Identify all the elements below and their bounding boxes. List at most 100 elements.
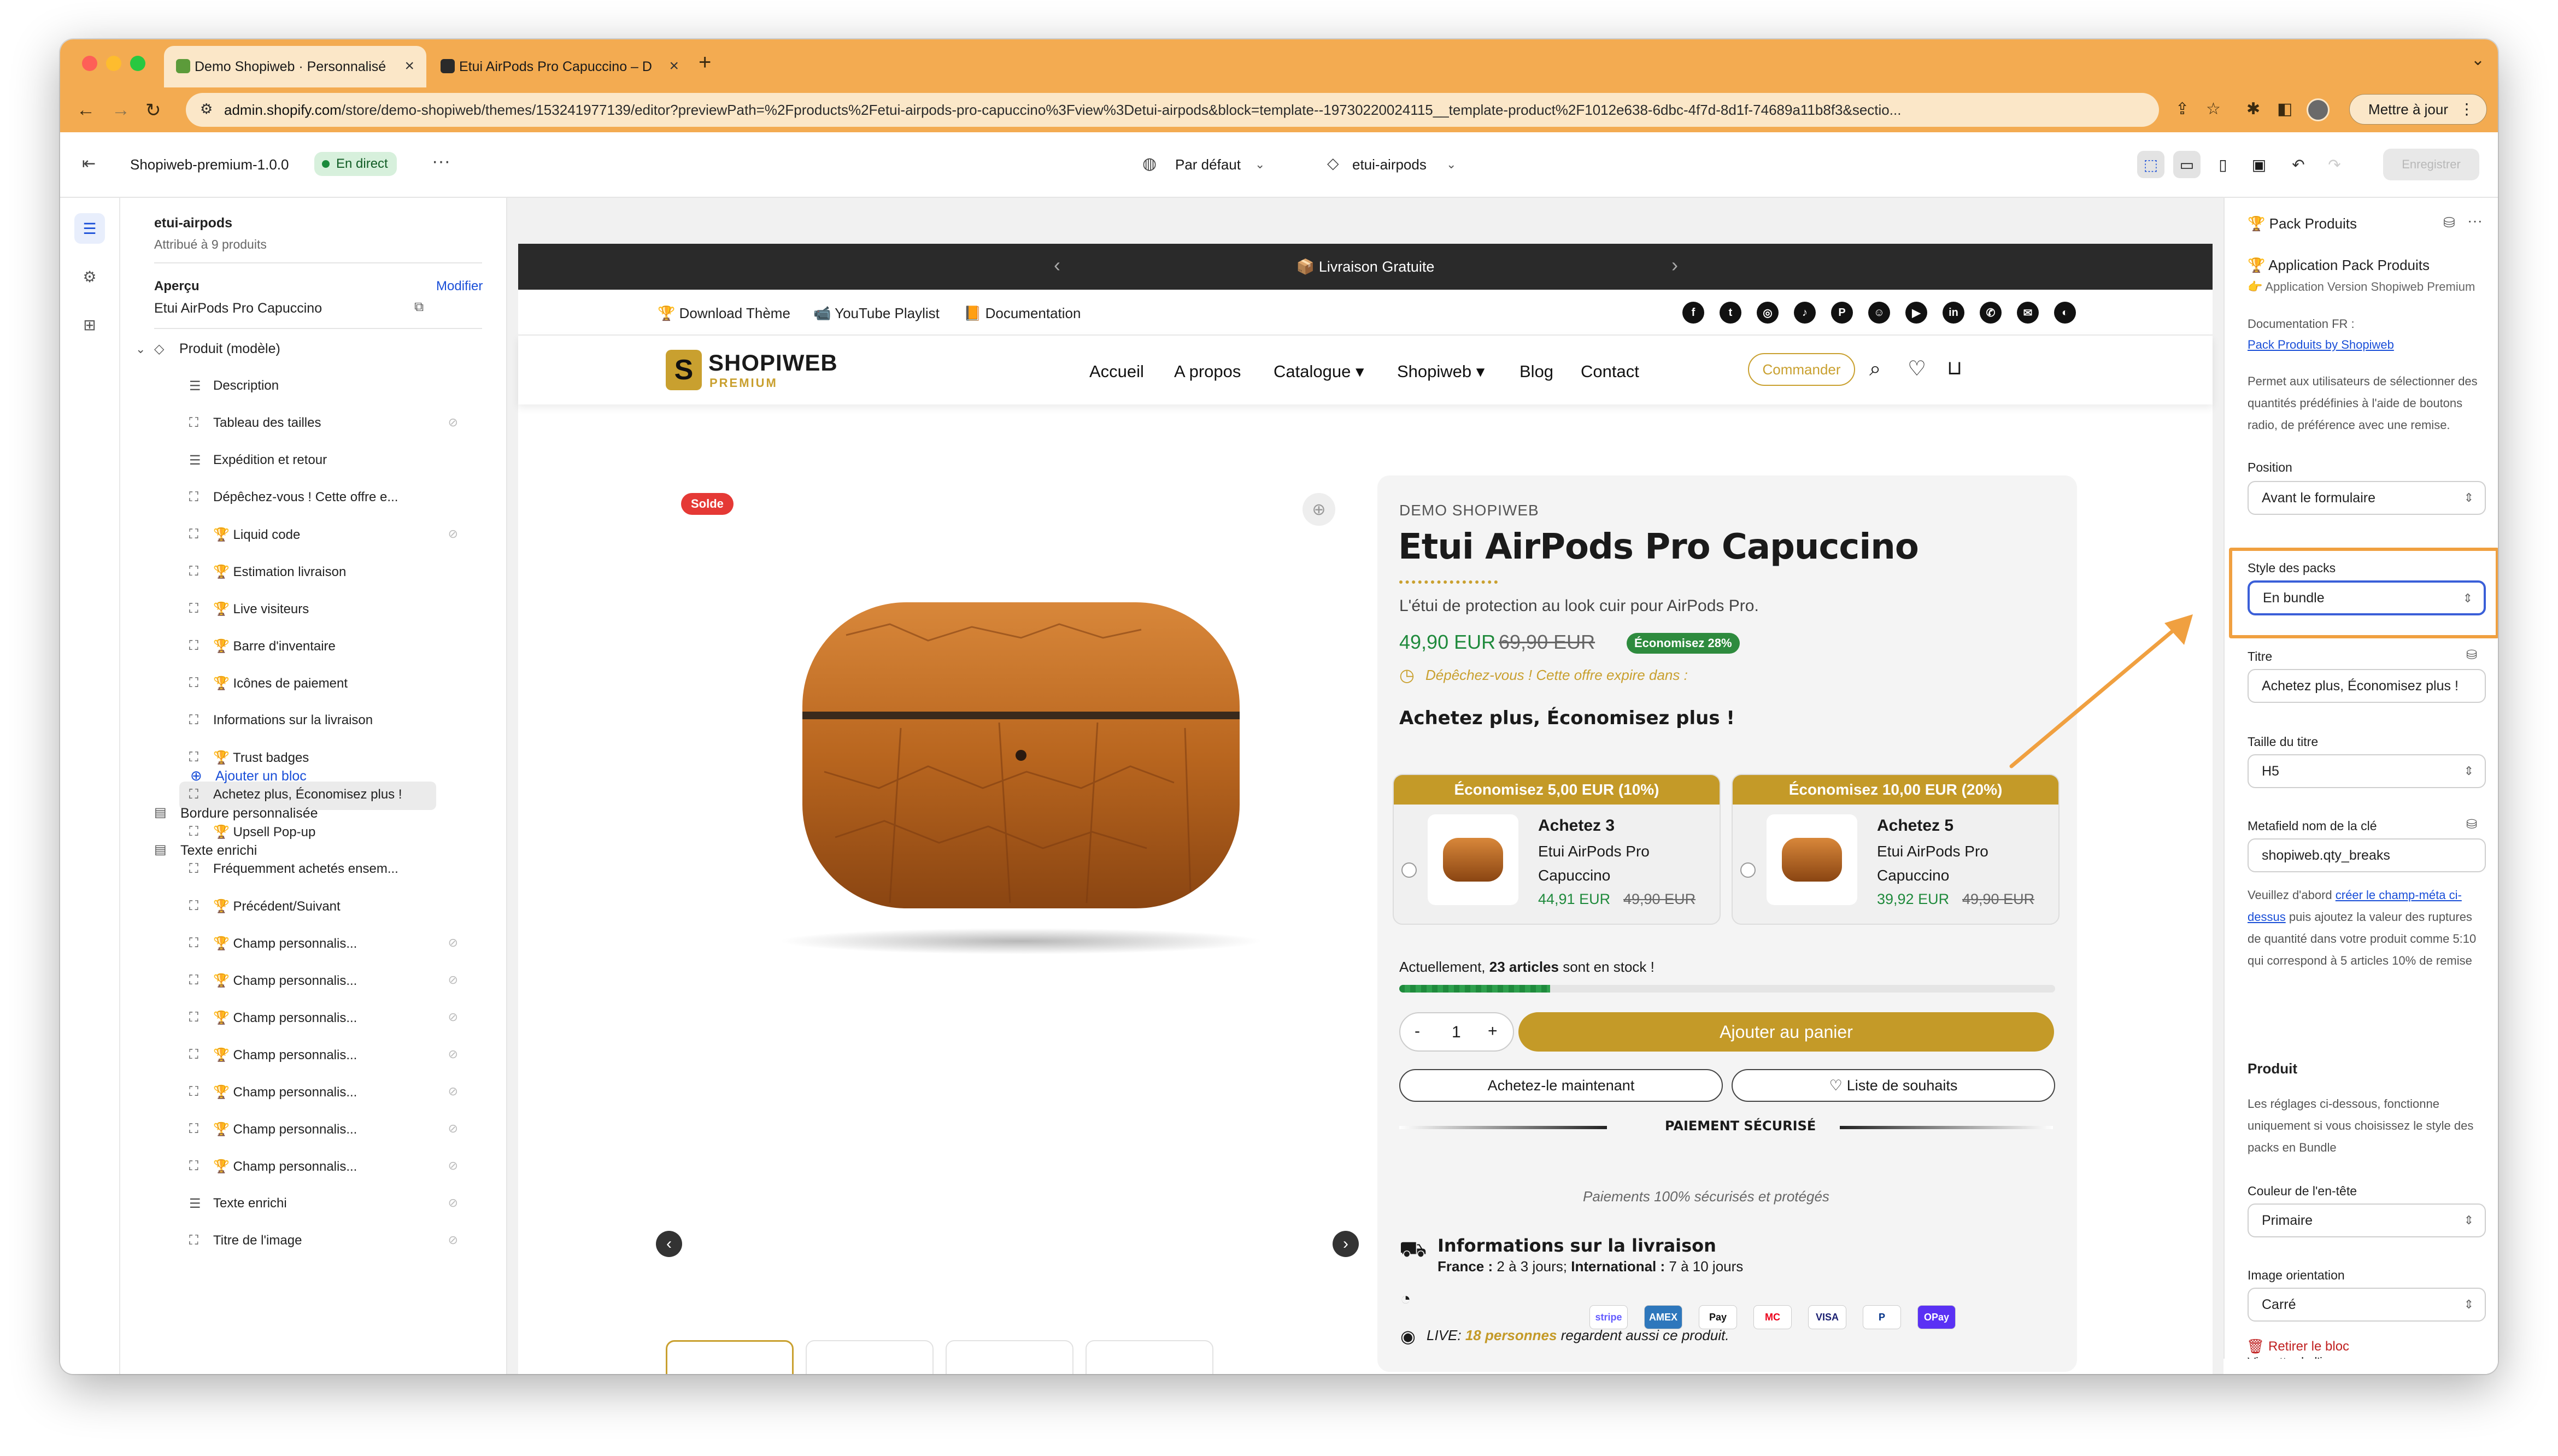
email-icon[interactable]: ✉ [2017,302,2039,324]
desktop-view-icon[interactable]: ▭ [2173,151,2201,178]
zoom-icon[interactable]: ⊕ [1303,493,1335,526]
chevron-down-icon[interactable]: ⌄ [136,342,145,356]
bookmark-star-icon[interactable]: ☆ [2206,99,2221,119]
quantity-stepper[interactable]: - 1 + [1399,1012,1514,1052]
doc-link[interactable]: Pack Produits by Shopiweb [2248,338,2394,352]
mobile-view-icon[interactable]: ▯ [2209,151,2237,178]
order-button[interactable]: Commander [1748,353,1855,386]
twitter-icon[interactable]: t [1720,302,1741,324]
sidebar-block-item[interactable]: 🏆 Champ personnalis... [213,973,357,989]
section-product-template[interactable]: Produit (modèle) [179,341,280,357]
more-options-icon[interactable]: ··· [2467,212,2483,230]
decrement-button[interactable]: - [1415,1022,1420,1041]
youtube-icon[interactable]: ▶ [1905,302,1927,324]
nav-a-propos[interactable]: A propos [1174,362,1241,381]
product-thumbnail[interactable] [666,1340,794,1374]
forward-arrow-icon[interactable]: → [112,99,130,121]
back-arrow-icon[interactable]: ← [77,99,95,121]
hidden-eye-icon[interactable]: ⊘ [448,1196,458,1210]
instagram-icon[interactable]: ◎ [1757,302,1779,324]
tab-list-chevron-icon[interactable]: ⌄ [2471,50,2485,69]
sidebar-block-item[interactable]: 🏆 Liquid code [213,527,300,543]
hidden-eye-icon[interactable]: ⊘ [448,1122,458,1136]
heart-icon[interactable]: ♡ [1908,356,1926,381]
sidebar-block-item[interactable]: 🏆 Champ personnalis... [213,1159,357,1175]
share-icon[interactable]: ⇪ [2175,99,2189,119]
exit-editor-icon[interactable]: ⇤ [82,154,96,173]
sidebar-block-item[interactable]: Dépêchez-vous ! Cette offre e... [213,490,398,505]
hidden-eye-icon[interactable]: ⊘ [448,1010,458,1024]
tab-demo-shopiweb[interactable]: Demo Shopiweb · Personnalisé × [164,46,426,87]
nav-catalogue[interactable]: Catalogue ▾ [1274,362,1364,381]
top-link-youtube[interactable]: 📹 YouTube Playlist [813,305,940,322]
kebab-menu-icon[interactable]: ⋮ [2459,100,2474,118]
chevron-left-icon[interactable]: ‹ [1054,254,1060,277]
title-size-select[interactable]: H5 ⇕ [2248,754,2486,788]
profile-avatar[interactable] [2307,98,2330,121]
top-link-documentation[interactable]: 📙 Documentation [964,305,1081,322]
site-info-icon[interactable]: ⚙ [200,101,213,118]
minimize-window-button[interactable] [106,56,121,71]
product-thumbnail[interactable] [1086,1340,1213,1374]
template-selector[interactable]: etui-airpods [1352,156,1427,173]
quantity-value[interactable]: 1 [1452,1023,1461,1042]
buy-now-button[interactable]: Achetez-le maintenant [1399,1069,1723,1102]
sidebar-block-item[interactable]: 🏆 Upsell Pop-up [213,824,315,840]
fullscreen-view-icon[interactable]: ▣ [2245,151,2273,178]
section-custom-border[interactable]: Bordure personnalisée [180,806,318,821]
update-browser-button[interactable]: Mettre à jour ⋮ [2349,94,2487,125]
sidebar-block-item[interactable]: 🏆 Icônes de paiement [213,676,348,691]
product-image[interactable] [737,591,1311,963]
linkedin-icon[interactable]: in [1943,302,1964,324]
search-icon[interactable]: ⌕ [1869,357,1881,381]
pinterest-icon[interactable]: P [1831,302,1853,324]
cart-icon[interactable]: ⊔ [1947,356,1962,379]
bundle-offer-card[interactable]: Économisez 5,00 EUR (10%) Achetez 3 Etui… [1393,774,1721,925]
theme-settings-icon[interactable]: ⚙ [74,261,105,292]
wishlist-button[interactable]: ♡ Liste de souhaits [1732,1069,2055,1102]
add-block-button[interactable]: Ajouter un bloc [215,768,307,784]
tiktok-icon[interactable]: ♪ [1794,302,1816,324]
dynamic-source-icon[interactable]: ⛁ [2466,817,2477,832]
product-thumbnail[interactable] [806,1340,934,1374]
sidebar-block-item[interactable]: 🏆 Champ personnalis... [213,936,357,952]
chevron-right-icon[interactable]: › [1671,254,1678,277]
save-button[interactable]: Enregistrer [2383,149,2479,180]
nav-blog[interactable]: Blog [1519,362,1553,381]
sidebar-block-item[interactable]: 🏆 Précédent/Suivant [213,899,341,914]
offer-radio[interactable] [1401,862,1417,878]
extensions-icon[interactable]: ✱ [2246,99,2260,119]
tab-product[interactable]: Etui AirPods Pro Capuccino – D × [429,46,691,87]
redo-icon[interactable]: ↷ [2321,151,2348,178]
add-to-cart-button[interactable]: Ajouter au panier [1518,1012,2054,1052]
snapchat-icon[interactable]: ☺ [1868,302,1890,324]
sidebar-block-item[interactable]: Titre de l'image [213,1233,302,1248]
close-window-button[interactable] [82,56,97,71]
discord-icon[interactable]: ◐ [2054,302,2076,324]
hidden-eye-icon[interactable]: ⊘ [448,527,458,541]
hidden-eye-icon[interactable]: ⊘ [448,936,458,950]
hidden-eye-icon[interactable]: ⊘ [448,415,458,430]
title-input[interactable]: Achetez plus, Économisez plus ! [2248,669,2486,703]
inspector-icon[interactable]: ⬚ [2137,151,2164,178]
undo-icon[interactable]: ↶ [2285,151,2312,178]
logo-wordmark[interactable]: SHOPIWEB [708,350,838,376]
product-thumbnail[interactable] [946,1340,1073,1374]
modify-preview-link[interactable]: Modifier [436,279,483,294]
hidden-eye-icon[interactable]: ⊘ [448,973,458,987]
dynamic-source-icon[interactable]: ⛁ [2466,647,2477,663]
header-color-select[interactable]: Primaire ⇕ [2248,1203,2486,1237]
nav-accueil[interactable]: Accueil [1089,362,1144,381]
new-tab-icon[interactable]: + [699,50,711,75]
hidden-eye-icon[interactable]: ⊘ [448,1084,458,1099]
sidebar-block-item[interactable]: Expédition et retour [213,453,327,468]
sidebar-block-item[interactable]: Description [213,378,279,394]
thumb-prev-button[interactable]: ‹ [656,1231,682,1257]
url-input[interactable]: ⚙ admin.shopify.com/store/demo-shopiweb/… [186,93,2159,127]
offer-radio[interactable] [1740,862,1756,878]
hidden-eye-icon[interactable]: ⊘ [448,1047,458,1061]
close-tab-icon[interactable]: × [404,57,414,75]
database-icon[interactable]: ⛁ [2443,214,2455,231]
whatsapp-icon[interactable]: ✆ [1980,302,2002,324]
orientation-select[interactable]: Carré ⇕ [2248,1288,2486,1322]
